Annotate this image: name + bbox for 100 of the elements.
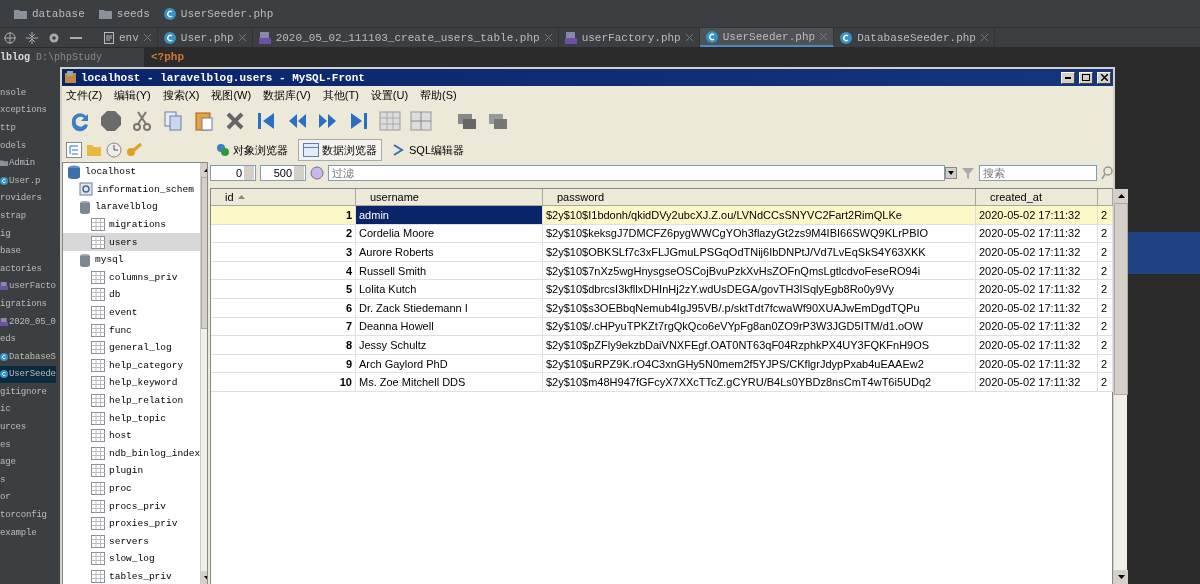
project-item[interactable]: Admin [0, 154, 35, 172]
menu-item[interactable]: 数据库(V) [263, 87, 311, 103]
stop-icon[interactable] [99, 109, 123, 133]
tree-item[interactable]: localhost [63, 163, 201, 181]
editor-tab[interactable]: 2020_05_02_111103_create_users_table.php [252, 28, 559, 47]
tree-item[interactable]: migrations [63, 215, 201, 234]
project-item[interactable]: actories [0, 259, 42, 278]
tree-item[interactable]: laravelblog [63, 198, 201, 216]
project-item[interactable]: UserSeede [0, 365, 56, 384]
tree-item[interactable]: help_topic [63, 409, 201, 427]
table-icon [91, 464, 105, 478]
table-icon [91, 376, 105, 390]
filter-field[interactable]: 过滤 [328, 165, 945, 181]
project-item[interactable]: odels [0, 136, 26, 155]
project-item[interactable]: or [0, 488, 11, 507]
tree-item[interactable]: proxies_priv [63, 514, 201, 533]
window-title: localhost - laravelblog.users - MySQL-Front [81, 71, 366, 84]
editor-tab[interactable]: User.php [157, 28, 253, 47]
project-item[interactable]: 2020_05_0 [0, 312, 56, 331]
project-item[interactable]: strap [0, 207, 26, 225]
close-button[interactable] [1097, 71, 1111, 84]
menu-item[interactable]: 设置(U) [370, 87, 409, 103]
tree-item[interactable]: mysql [63, 250, 201, 269]
tree-item[interactable]: tables_priv [63, 567, 201, 584]
view-tab[interactable]: 对象浏览器 [211, 139, 293, 161]
down-arrow-icon [203, 576, 207, 581]
project-item[interactable]: base [0, 242, 21, 260]
project-item[interactable]: torconfig [0, 506, 47, 524]
table-file-icon [258, 31, 271, 44]
tree-item[interactable]: event [63, 303, 201, 322]
limit-field[interactable]: 500 [260, 165, 306, 181]
tree-item[interactable]: help_relation [63, 391, 201, 410]
project-item[interactable]: roviders [0, 189, 42, 208]
scroll-thumb[interactable] [1114, 203, 1128, 395]
tree-item[interactable]: information_schem [63, 180, 201, 199]
column-header[interactable]: password [543, 189, 976, 206]
menu-item[interactable]: 编辑(Y) [114, 87, 151, 103]
menu-item[interactable]: 视图(W) [211, 87, 252, 103]
project-item[interactable]: nsole [0, 84, 26, 102]
project-item[interactable]: userFacto [0, 277, 56, 296]
project-item[interactable]: ttp [0, 119, 16, 137]
minimize-button[interactable] [1061, 71, 1075, 84]
column-header[interactable]: created_at [976, 189, 1098, 206]
scroll-up-button[interactable] [1114, 189, 1128, 203]
offset-field[interactable]: 0 [210, 165, 256, 181]
tree-item[interactable]: func [63, 321, 201, 339]
column-header[interactable]: id [211, 189, 356, 206]
editor-tab[interactable]: env [98, 28, 158, 47]
tree-item[interactable]: users [63, 233, 201, 251]
project-item[interactable]: DatabaseS [0, 347, 56, 366]
menu-item[interactable]: 搜索(X) [162, 87, 200, 103]
table-icon [91, 446, 105, 460]
tree-item[interactable]: host [63, 426, 201, 445]
tree-item[interactable]: general_log [63, 338, 201, 357]
project-item[interactable]: es [0, 435, 11, 454]
tree-item[interactable]: help_category [63, 356, 201, 375]
paste-icon[interactable] [192, 109, 216, 133]
project-item[interactable]: xceptions [0, 101, 47, 120]
tree-item[interactable]: columns_priv [63, 268, 201, 287]
file-icon [104, 31, 114, 44]
project-item[interactable]: example [0, 523, 37, 542]
project-item[interactable]: urces [0, 418, 26, 436]
project-item[interactable]: gitignore [0, 383, 47, 401]
c-circle-icon [840, 31, 853, 44]
up-arrow-icon [1117, 194, 1125, 198]
tree-item[interactable]: help_keyword [63, 374, 201, 392]
tree-item[interactable]: ndb_binlog_index [63, 444, 201, 463]
project-item[interactable]: ig [0, 224, 11, 243]
scissors-icon[interactable] [130, 109, 154, 133]
project-item[interactable]: User.p [0, 171, 41, 190]
project-item[interactable]: s [0, 471, 6, 489]
menu-item[interactable]: 其他(T) [322, 87, 359, 103]
view-tab[interactable]: 数据浏览器 [298, 139, 382, 161]
menu-item[interactable]: 文件(Z) [66, 87, 103, 103]
scrollbar[interactable] [1113, 189, 1127, 584]
editor-tab[interactable]: DatabaseSeeder.php [834, 28, 995, 47]
menu-item[interactable]: 帮助(S) [420, 87, 457, 103]
breadcrumb[interactable]: database [32, 7, 85, 20]
view-tab[interactable]: SQL编辑器 [387, 139, 469, 161]
table-icon [91, 235, 105, 249]
breadcrumb[interactable]: UserSeeder.php [180, 7, 274, 20]
column-header[interactable]: username [356, 189, 543, 206]
editor-tab[interactable]: userFactory.php [558, 28, 700, 47]
project-item[interactable]: eds [0, 330, 16, 348]
project-item[interactable]: ic [0, 400, 11, 419]
maximize-button[interactable] [1079, 71, 1093, 84]
tree-item[interactable]: servers [63, 532, 201, 551]
scroll-down-button[interactable] [1114, 570, 1128, 584]
project-item[interactable]: age [0, 453, 16, 472]
table-cell: 10 [211, 373, 356, 392]
breadcrumb[interactable]: seeds [116, 7, 150, 20]
tree-item[interactable]: plugin [63, 462, 201, 480]
search-field[interactable]: 搜索 [979, 165, 1097, 181]
tree-item[interactable]: slow_log [63, 550, 201, 568]
tree-item[interactable]: proc [63, 479, 201, 498]
table-icon [91, 552, 105, 566]
editor-tab[interactable]: UserSeeder.php [699, 28, 835, 47]
tree-item[interactable]: db [63, 286, 201, 304]
tree-item[interactable]: procs_priv [63, 497, 201, 515]
project-item[interactable]: igrations [0, 295, 47, 313]
